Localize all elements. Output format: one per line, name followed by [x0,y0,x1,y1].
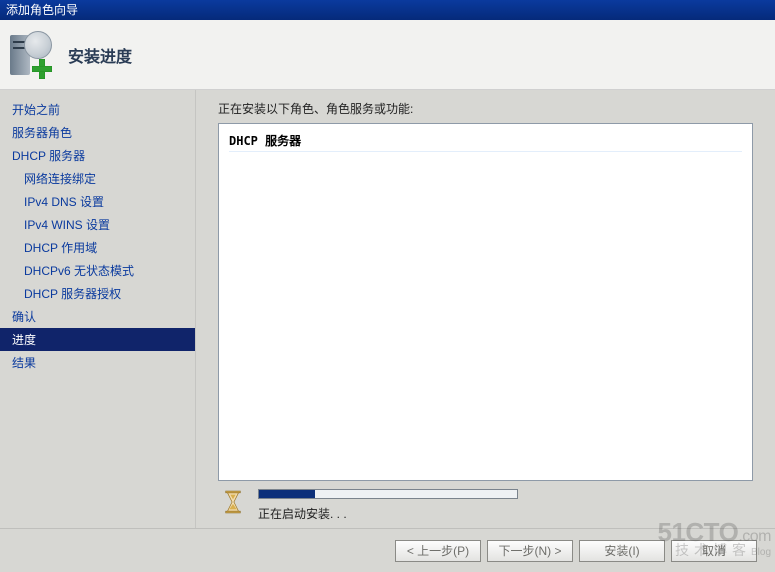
sidebar-item-dhcp-server[interactable]: DHCP 服务器 [0,144,195,167]
previous-button[interactable]: < 上一步(P) [395,540,481,562]
sidebar-item-dhcpv6-stateless[interactable]: DHCPv6 无状态模式 [0,259,195,282]
wizard-button-bar: < 上一步(P) 下一步(N) > 安装(I) 取消 [0,528,775,572]
server-plus-icon [10,31,50,79]
sidebar-item-network-binding[interactable]: 网络连接绑定 [0,167,195,190]
window-titlebar: 添加角色向导 [0,0,775,20]
sidebar-item-dhcp-scope[interactable]: DHCP 作用域 [0,236,195,259]
role-list-item: DHCP 服务器 [229,130,742,152]
sidebar-item-ipv4-wins[interactable]: IPv4 WINS 设置 [0,213,195,236]
sidebar-item-ipv4-dns[interactable]: IPv4 DNS 设置 [0,190,195,213]
role-list-box: DHCP 服务器 [218,123,753,481]
main-panel: 正在安装以下角色、角色服务或功能: DHCP 服务器 正在启动安装. . . [196,90,775,528]
sidebar-item-before-begin[interactable]: 开始之前 [0,98,195,121]
cancel-button[interactable]: 取消 [671,540,757,562]
sidebar-item-results[interactable]: 结果 [0,351,195,374]
install-progress-bar [258,489,518,499]
page-title: 安装进度 [68,43,132,67]
window-title: 添加角色向导 [6,3,78,17]
install-button[interactable]: 安装(I) [579,540,665,562]
progress-area: 正在启动安装. . . [218,489,753,522]
sidebar-item-confirm[interactable]: 确认 [0,305,195,328]
sidebar-item-progress[interactable]: 进度 [0,328,195,351]
next-button[interactable]: 下一步(N) > [487,540,573,562]
wizard-header: 安装进度 [0,20,775,90]
hourglass-icon [222,489,244,515]
wizard-body: 开始之前 服务器角色 DHCP 服务器 网络连接绑定 IPv4 DNS 设置 I… [0,90,775,528]
sidebar-item-server-roles[interactable]: 服务器角色 [0,121,195,144]
install-status-text: 正在启动安装. . . [258,505,753,522]
install-progress-fill [259,490,315,498]
wizard-steps-sidebar: 开始之前 服务器角色 DHCP 服务器 网络连接绑定 IPv4 DNS 设置 I… [0,90,196,528]
installing-label: 正在安装以下角色、角色服务或功能: [218,100,753,117]
sidebar-item-dhcp-authorize[interactable]: DHCP 服务器授权 [0,282,195,305]
